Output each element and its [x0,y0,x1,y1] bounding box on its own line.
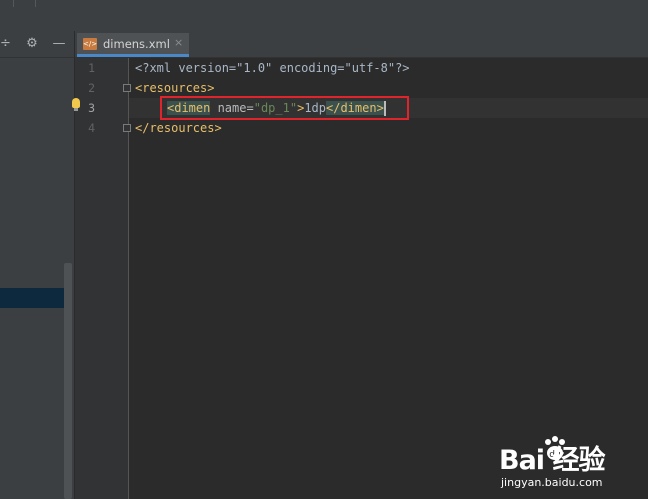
editor-gutter: 1 2 3 4 [75,58,131,499]
line-number: 4 [88,121,95,135]
editor-tab-bar: </> dimens.xml × [75,31,648,58]
xml-file-icon: </> [83,38,98,50]
baidu-jingyan-watermark: du Bai 经验 jingyan.baidu.com [495,430,645,496]
project-panel-scrollbar[interactable] [64,263,72,499]
project-panel: ÷ ⚙ — [0,31,75,499]
code-token: <?xml version="1.0" encoding="utf-8"?> [135,61,410,75]
code-token: </resources> [135,121,222,135]
tab-dimens-xml[interactable]: </> dimens.xml × [77,33,189,57]
split-collapse-icon[interactable]: ÷ [0,36,11,52]
gear-icon[interactable]: ⚙ [24,36,40,52]
code-line[interactable]: <?xml version="1.0" encoding="utf-8"?> [135,58,410,78]
code-line[interactable]: </resources> [135,118,222,138]
annotation-highlight-box [160,96,409,120]
line-number: 1 [88,61,95,75]
line-number: 2 [88,81,95,95]
minus-icon[interactable]: — [52,36,66,52]
window-band [0,9,648,31]
close-icon[interactable]: × [174,36,183,49]
tab-label: dimens.xml [103,37,170,51]
toolbar-separator [13,0,14,7]
watermark-brand: Bai 经验 [499,445,605,476]
watermark-url: jingyan.baidu.com [501,476,603,489]
lightbulb-icon[interactable] [72,98,80,108]
lightbulb-base-icon [74,108,78,111]
toolbar-separator [35,0,36,7]
code-token: <resources> [135,81,215,95]
code-line[interactable]: <resources> [135,78,214,98]
selected-project-item[interactable] [0,288,72,308]
project-panel-toolbar: ÷ ⚙ — [0,31,74,58]
